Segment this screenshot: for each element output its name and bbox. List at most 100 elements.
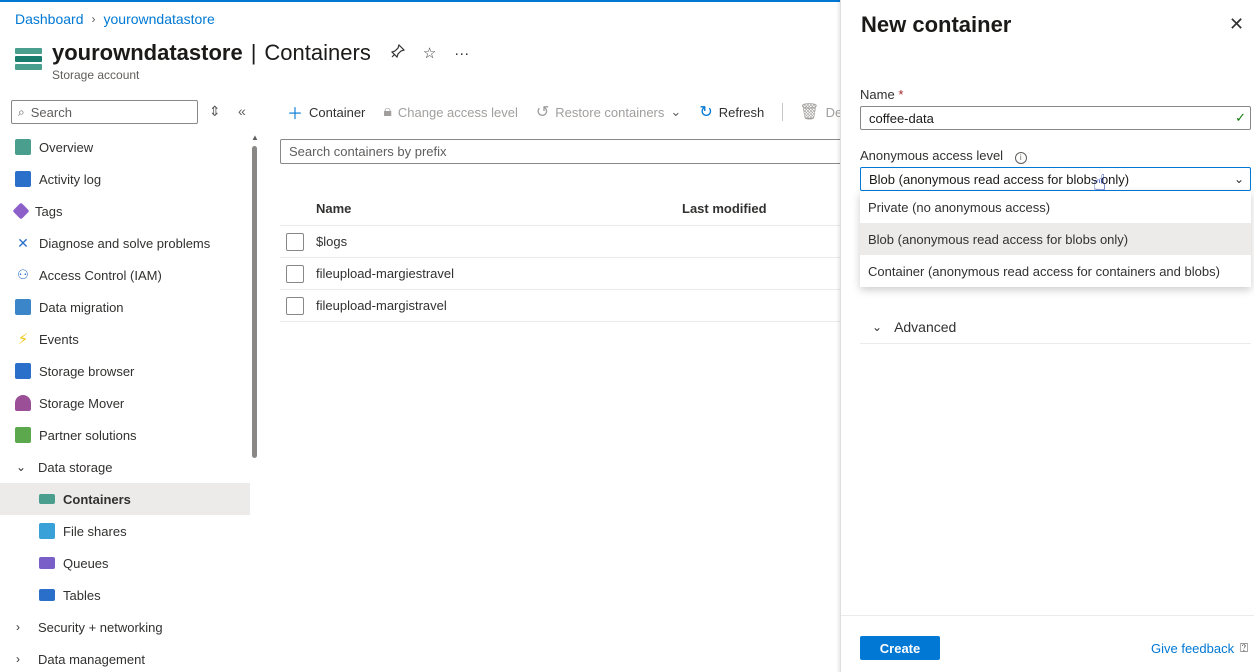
sidebar-item-overview[interactable]: Overview <box>0 131 250 163</box>
more-icon[interactable]: ··· <box>454 45 469 62</box>
info-icon[interactable]: i <box>1014 151 1027 164</box>
refresh-label: Refresh <box>718 104 765 120</box>
sidebar-item-file-shares[interactable]: File shares <box>0 515 250 547</box>
chevron-down-icon: ⌄ <box>16 460 27 474</box>
sidebar-item-activity-log[interactable]: Activity log <box>0 163 250 195</box>
name-label-text: Name <box>860 87 895 102</box>
access-level-label: Anonymous access level i <box>860 148 1027 164</box>
option-container[interactable]: Container (anonymous read access for con… <box>860 255 1251 287</box>
sidebar-item-data-migration[interactable]: Data migration <box>0 291 250 323</box>
collapse-icon[interactable]: « <box>238 103 246 119</box>
sidebar-item-storage-mover[interactable]: Storage Mover <box>0 387 250 419</box>
sidebar-group-security[interactable]: › Security + networking <box>0 611 250 643</box>
container-name-value: coffee-data <box>869 110 934 126</box>
restore-label: Restore containers <box>555 104 665 120</box>
add-container-label: Container <box>309 104 366 120</box>
container-name[interactable]: fileupload-margistravel <box>316 298 447 313</box>
search-icon: ⌕ <box>18 104 25 119</box>
lightning-icon: ⚡ <box>17 331 29 348</box>
partner-icon <box>15 427 31 443</box>
sidebar-item-iam[interactable]: ⚇ Access Control (IAM) <box>0 259 250 291</box>
change-access-label: Change access level <box>397 104 518 120</box>
container-name[interactable]: fileupload-margiestravel <box>316 266 454 281</box>
sidebar-item-containers[interactable]: Containers <box>0 483 250 515</box>
required-mark: * <box>898 87 904 102</box>
sidebar-item-queues[interactable]: Queues <box>0 547 250 579</box>
tables-icon <box>39 589 55 601</box>
option-private[interactable]: Private (no anonymous access) <box>860 191 1251 223</box>
sidebar-item-diagnose[interactable]: ✕ Diagnose and solve problems <box>0 227 250 259</box>
sidebar-item-label: Partner solutions <box>39 427 137 443</box>
sidebar-item-events[interactable]: ⚡ Events <box>0 323 250 355</box>
title-separator: | <box>250 40 257 65</box>
sidebar-group-data-management[interactable]: › Data management <box>0 643 250 672</box>
sidebar-item-partner-solutions[interactable]: Partner solutions <box>0 419 250 451</box>
star-icon[interactable]: ☆ <box>423 44 436 62</box>
sidebar: Overview Activity log Tags ✕ Diagnose an… <box>0 131 250 672</box>
panel-title: New container <box>861 12 1012 37</box>
advanced-label: Advanced <box>894 318 957 335</box>
chevron-right-icon: › <box>16 652 20 666</box>
table-row[interactable]: $logs <box>280 226 840 258</box>
create-button[interactable]: Create <box>860 636 940 660</box>
container-name[interactable]: $logs <box>316 234 347 249</box>
sidebar-scrollbar[interactable] <box>252 146 257 458</box>
queues-icon <box>39 557 55 569</box>
sidebar-search-input[interactable]: ⌕ Search <box>11 100 198 124</box>
sidebar-group-label: Data management <box>38 651 145 667</box>
chevron-down-icon: ⌄ <box>670 104 682 119</box>
refresh-icon: ↻ <box>699 104 713 121</box>
command-bar: ＋ Container 🔒︎ Change access level ↺ Res… <box>287 100 860 124</box>
scroll-up-arrow[interactable]: ▲ <box>251 133 259 142</box>
sidebar-item-tables[interactable]: Tables <box>0 579 250 611</box>
refresh-button[interactable]: ↻ Refresh <box>699 102 764 122</box>
resource-name: yourowndatastore <box>52 40 243 65</box>
access-level-selected: Blob (anonymous read access for blobs on… <box>869 171 1130 187</box>
sidebar-item-storage-browser[interactable]: Storage browser <box>0 355 250 387</box>
undo-icon: ↺ <box>535 104 550 121</box>
give-feedback-link[interactable]: Give feedback ⍰ <box>1151 640 1248 656</box>
row-checkbox[interactable] <box>286 296 304 315</box>
feedback-icon: ⍰ <box>1240 640 1248 655</box>
chevron-right-icon: › <box>16 620 20 634</box>
sidebar-group-data-storage[interactable]: ⌄ Data storage <box>0 451 250 483</box>
filter-placeholder: Search containers by prefix <box>289 144 447 159</box>
sidebar-item-label: Events <box>39 331 79 347</box>
page-title: Containers <box>264 40 371 65</box>
breadcrumb-dashboard-link[interactable]: Dashboard <box>15 11 84 27</box>
checkmark-icon: ✓ <box>1235 110 1246 125</box>
sidebar-item-label: File shares <box>63 523 127 539</box>
sidebar-item-label: Storage Mover <box>39 395 125 411</box>
restore-containers-button[interactable]: ↺ Restore containers ⌄ <box>536 102 681 122</box>
sidebar-group-label: Data storage <box>38 459 113 475</box>
access-level-select[interactable]: Blob (anonymous read access for blobs on… <box>860 167 1251 191</box>
containers-icon <box>39 494 55 504</box>
sidebar-item-label: Tables <box>63 587 101 603</box>
change-access-level-button[interactable]: 🔒︎ Change access level <box>383 103 517 121</box>
row-checkbox[interactable] <box>286 264 304 283</box>
advanced-section-toggle[interactable]: ⌄ Advanced <box>860 310 1251 344</box>
container-filter-input[interactable]: Search containers by prefix <box>280 139 860 164</box>
row-checkbox[interactable] <box>286 232 304 251</box>
pin-icon[interactable] <box>390 43 405 62</box>
sidebar-item-tags[interactable]: Tags <box>0 195 250 227</box>
table-row[interactable]: fileupload-margiestravel <box>280 258 840 290</box>
sidebar-item-label: Data migration <box>39 299 124 315</box>
trash-icon: 🗑︎ <box>799 104 820 121</box>
people-icon: ⚇ <box>17 267 29 282</box>
sidebar-group-label: Security + networking <box>38 619 163 635</box>
container-name-input[interactable]: coffee-data ✓ <box>860 106 1251 130</box>
new-container-panel: New container ✕ Name * coffee-data ✓ Ano… <box>840 0 1254 672</box>
option-blob[interactable]: Blob (anonymous read access for blobs on… <box>860 223 1251 255</box>
hand-cursor-icon: ☝ <box>1093 170 1107 195</box>
column-name[interactable]: Name <box>316 201 682 216</box>
breadcrumb-storage-link[interactable]: yourowndatastore <box>104 11 215 27</box>
sort-icon[interactable]: ⇕ <box>209 103 221 120</box>
sidebar-item-label: Containers <box>63 491 131 507</box>
sidebar-item-label: Overview <box>39 139 94 155</box>
add-container-button[interactable]: ＋ Container <box>287 100 365 124</box>
column-last-modified[interactable]: Last modified <box>682 201 767 216</box>
sidebar-item-label: Diagnose and solve problems <box>39 235 211 251</box>
close-icon[interactable]: ✕ <box>1229 14 1244 35</box>
table-row[interactable]: fileupload-margistravel <box>280 290 840 322</box>
